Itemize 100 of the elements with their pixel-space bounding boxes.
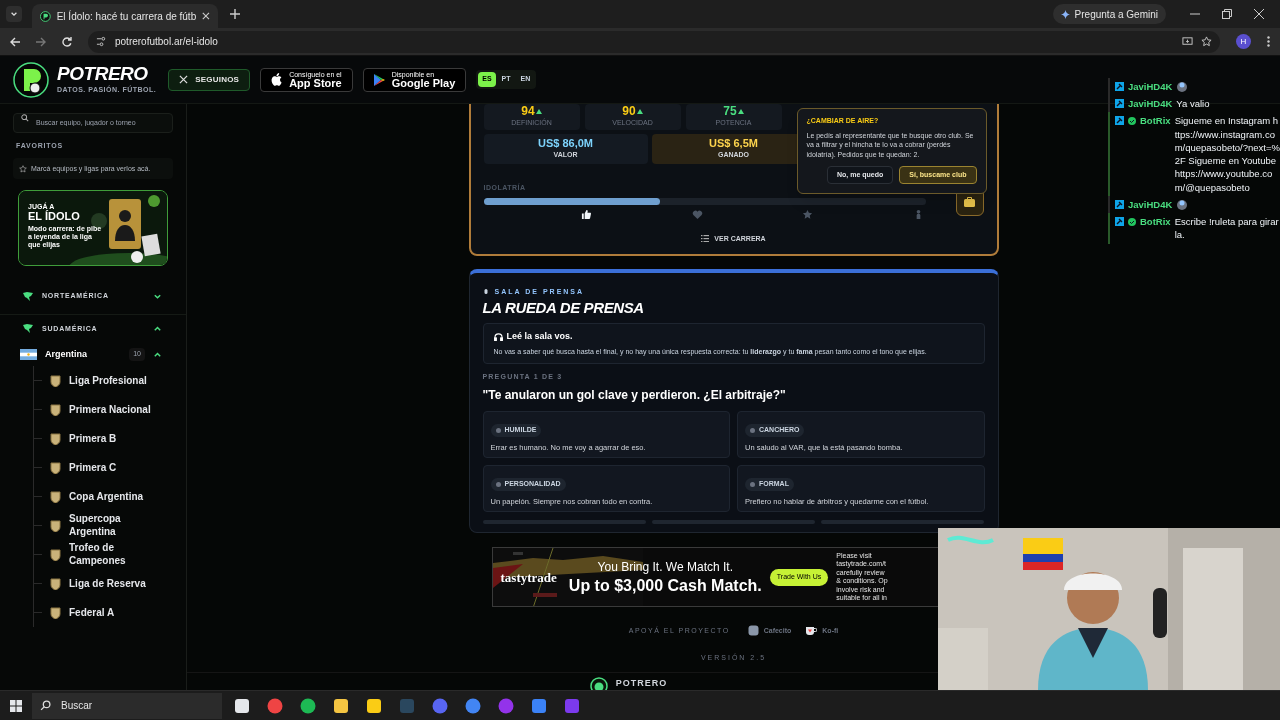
league-badge-icon — [50, 548, 61, 561]
money-value: US$ 6,5M — [709, 137, 758, 149]
promo-title: EL ÍDOLO — [28, 210, 81, 225]
league-badge-icon — [50, 606, 61, 619]
dot-icon — [495, 427, 501, 433]
up-arrow-icon — [535, 108, 542, 114]
mug-icon — [805, 625, 818, 636]
ad-headline: You Bring It. We Match It. — [597, 559, 733, 577]
tab-list-button[interactable] — [6, 6, 22, 22]
league-link[interactable]: Copa Argentina — [69, 490, 155, 504]
microphone-icon — [482, 288, 489, 296]
country-label[interactable]: Argentina — [45, 347, 122, 362]
forward-icon[interactable] — [36, 36, 46, 47]
browser-icon[interactable] — [465, 697, 481, 714]
chevron-down-icon — [10, 10, 18, 18]
continent-icon — [22, 290, 34, 302]
profile-avatar[interactable]: H — [1236, 34, 1251, 49]
league-link[interactable]: Primera B — [69, 432, 155, 446]
gemini-button[interactable]: Pregunta a Gemini — [1052, 4, 1166, 24]
league-badge-icon — [50, 519, 61, 532]
apple-logo-icon — [271, 73, 283, 86]
league-link[interactable]: Primera Nacional — [69, 403, 155, 417]
league-badge-icon — [50, 461, 61, 474]
site-logo-icon — [40, 10, 51, 22]
start-icon[interactable] — [10, 699, 22, 712]
folder-icon[interactable] — [333, 697, 349, 714]
close-icon[interactable] — [1254, 9, 1264, 19]
chat-message: Sigueme en Instagram https://www.instagram.com/quepasobeto/?next=%2F Sigueme en Youtube https://www.youtube.com/@quepasobeto — [1174, 114, 1280, 195]
new-tab-icon[interactable] — [230, 9, 240, 19]
league-link[interactable]: Federal A — [69, 606, 155, 620]
chat-username: BotRix — [1140, 114, 1171, 128]
close-icon[interactable] — [202, 12, 210, 20]
site-settings-icon[interactable] — [96, 36, 107, 47]
bookmark-star-icon[interactable] — [1201, 36, 1212, 47]
dot-icon — [750, 482, 755, 487]
shield-app-icon[interactable] — [498, 697, 514, 714]
more-icon[interactable] — [1267, 36, 1270, 47]
dot-icon — [495, 482, 501, 487]
league-link[interactable]: Trofeo de Campeones — [69, 542, 155, 568]
up-arrow-icon — [636, 108, 643, 114]
press-title: LA RUEDA DE PRENSA — [482, 298, 645, 318]
thumbs-up-icon — [581, 208, 592, 220]
heart-icon — [691, 208, 703, 220]
hammer-icon — [1115, 116, 1124, 126]
stat-value: 94 — [521, 105, 535, 118]
browser-tab[interactable]: El Ídolo: hacé tu carrera de fútb — [32, 4, 218, 28]
league-badge-icon — [50, 432, 61, 445]
app-icon[interactable] — [267, 697, 283, 714]
dot-icon — [750, 427, 755, 433]
league-badge-icon — [50, 490, 61, 503]
ad-headline: Up to $3,000 Cash Match. — [568, 576, 762, 597]
chat-message: Ya valio — [1176, 97, 1211, 111]
hammer-icon — [1115, 200, 1124, 210]
follow-button[interactable]: SEGUINOS — [168, 68, 251, 91]
up-arrow-icon — [737, 108, 744, 114]
music-app-icon[interactable] — [300, 697, 316, 714]
install-icon[interactable] — [1182, 36, 1193, 47]
chat-app-icon[interactable] — [432, 697, 448, 714]
league-link[interactable]: Liga Profesional — [69, 374, 155, 388]
notes-icon[interactable] — [366, 697, 382, 714]
restore-icon[interactable] — [1222, 9, 1232, 19]
search-icon — [40, 700, 51, 711]
star-icon — [802, 208, 813, 220]
widgets-icon[interactable] — [234, 697, 250, 714]
chat-username: JaviHD4K — [1128, 197, 1173, 212]
play-triangle-icon — [373, 73, 385, 86]
list-icon — [701, 235, 710, 243]
x-logo-icon — [179, 75, 189, 84]
chat-username: JaviHD4K — [1128, 96, 1173, 111]
back-icon[interactable] — [10, 36, 20, 47]
grid-app-icon[interactable] — [564, 697, 580, 714]
reload-icon[interactable] — [62, 36, 72, 47]
taskbar-search[interactable]: Buscar — [32, 692, 222, 719]
sparkle-icon — [1060, 9, 1070, 19]
question-text: "Te anularon un gol clave y perdieron. ¿El arbitraje?" — [482, 386, 787, 404]
headphones-icon — [493, 333, 503, 341]
chevron-up-icon[interactable] — [153, 324, 162, 334]
potrero-logo-icon — [13, 61, 49, 98]
league-link[interactable]: Liga de Reserva — [69, 577, 155, 591]
cup-icon — [747, 625, 759, 637]
continent-icon — [22, 323, 34, 335]
game-icon[interactable] — [531, 697, 547, 714]
address-bar[interactable]: potrerofutbol.ar/el-idolo — [88, 30, 1220, 53]
search-icon — [21, 114, 29, 122]
argentina-flag-icon — [20, 348, 37, 360]
chat-username: BotRix — [1140, 214, 1171, 229]
money-value: US$ 86,0M — [538, 137, 593, 149]
hammer-icon — [1115, 82, 1124, 91]
league-link[interactable]: Supercopa Argentina — [69, 513, 155, 539]
chat-username: JaviHD4K — [1128, 79, 1173, 94]
league-badge-icon — [50, 374, 61, 387]
stat-value: 75 — [723, 105, 737, 118]
league-link[interactable]: Primera C — [69, 461, 155, 475]
stat-value: 90 — [622, 105, 636, 118]
chat-message: Escribe !ruleta para girarla. — [1174, 215, 1280, 242]
ad-brand: tastytrade — [500, 568, 557, 587]
league-badge-icon — [50, 403, 61, 416]
bag-icon — [963, 195, 976, 208]
footer-wordmark: POTRERO — [615, 677, 668, 690]
info-title: Leé la sala vos. — [506, 330, 573, 344]
